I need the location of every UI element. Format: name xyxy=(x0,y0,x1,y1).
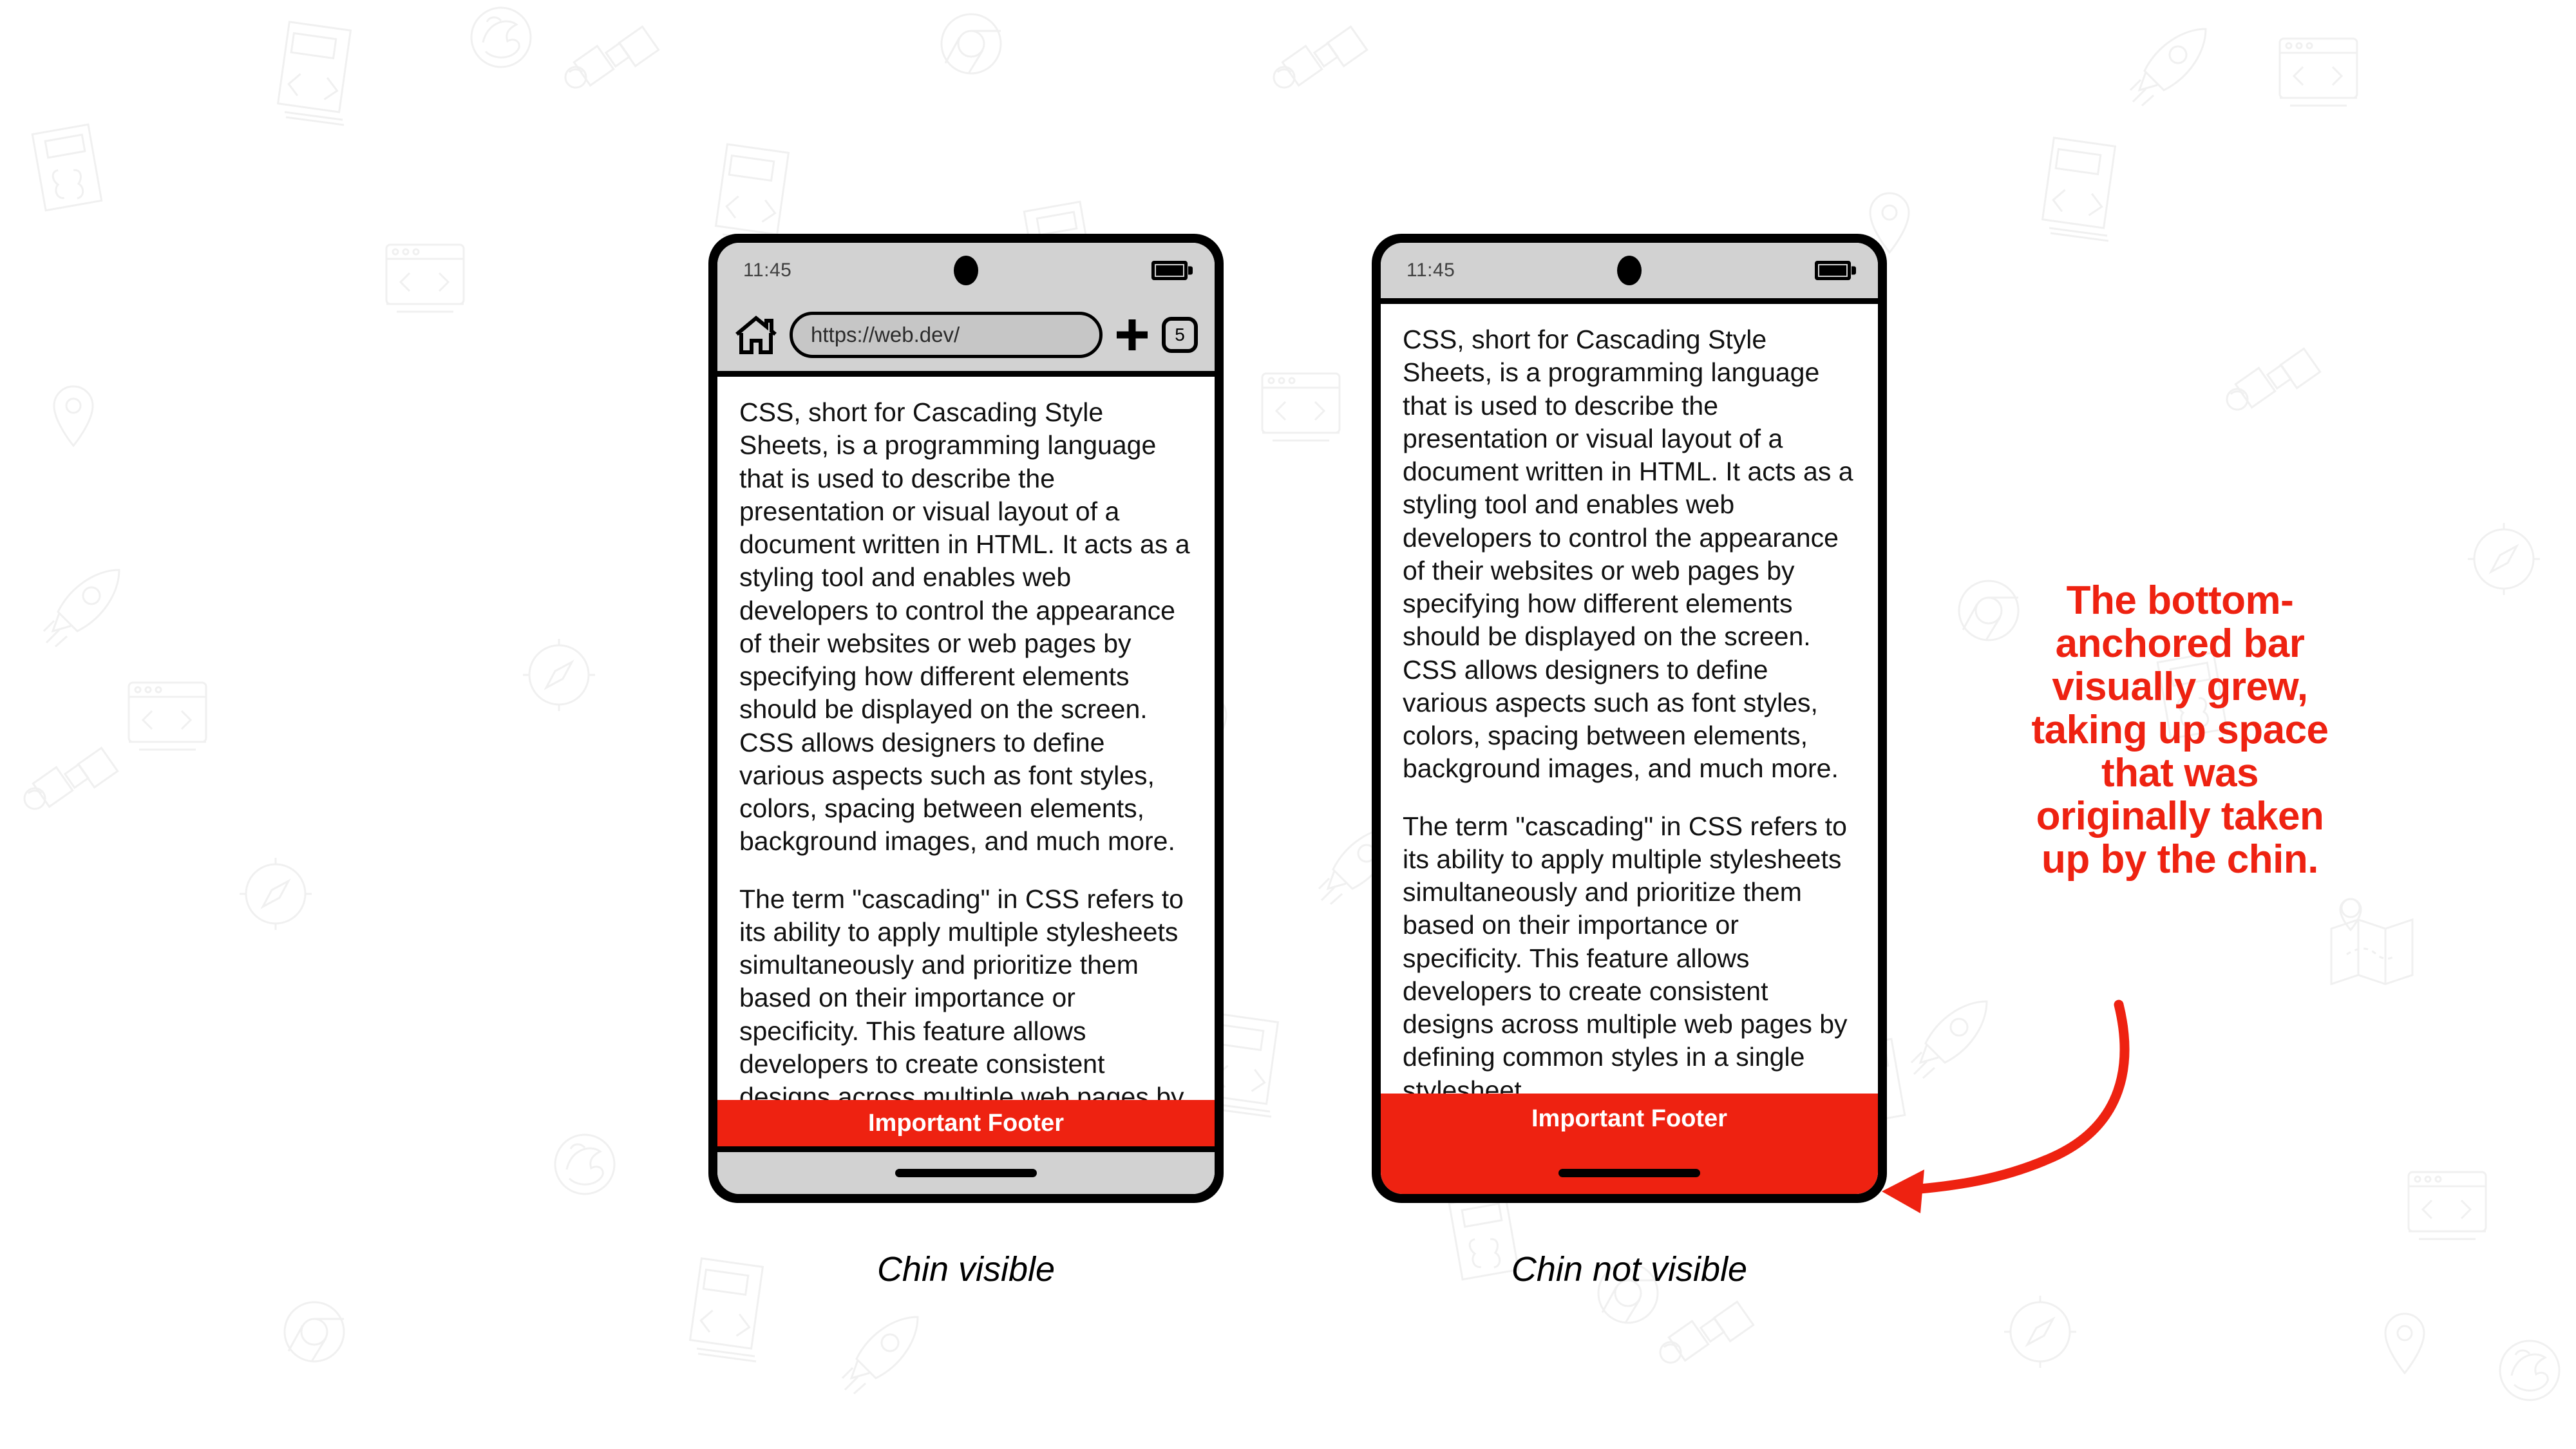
status-bar: 11:45 xyxy=(1381,243,1878,298)
paragraph-2: The term "cascading" in CSS refers to it… xyxy=(1403,811,1848,1094)
plus-icon[interactable] xyxy=(1117,319,1148,350)
annotation-text: The bottom- anchored bar visually grew, … xyxy=(1958,578,2402,882)
phone-screen: 11:45 CSS, short for Cascading Style She… xyxy=(1381,243,1878,1194)
page-content[interactable]: CSS, short for Cascading Style Sheets, i… xyxy=(1381,298,1878,1094)
paragraph-1: CSS, short for Cascading Style Sheets, i… xyxy=(1403,325,1853,784)
home-indicator[interactable] xyxy=(1558,1169,1700,1177)
paragraph-2: The term "cascading" in CSS refers to it… xyxy=(739,884,1184,1101)
important-footer[interactable]: Important Footer xyxy=(1381,1094,1878,1194)
annotation-line-3: visually grew, xyxy=(2052,664,2308,709)
url-text: https://web.dev/ xyxy=(811,322,960,346)
annotation-line-2: anchored bar xyxy=(2055,621,2305,666)
battery-full-icon xyxy=(1815,261,1851,280)
annotation-line-7: up by the chin. xyxy=(2041,837,2318,882)
page-content[interactable]: CSS, short for Cascading Style Sheets, i… xyxy=(717,377,1215,1100)
annotation-line-4: taking up space xyxy=(2031,707,2329,752)
important-footer[interactable]: Important Footer xyxy=(717,1100,1215,1146)
phone-chin-visible: 11:45 https://web.dev/ 5 CSS, short for … xyxy=(708,234,1224,1203)
annotation-line-5: that was xyxy=(2101,750,2259,795)
url-bar[interactable]: https://web.dev/ xyxy=(790,311,1103,358)
paragraph-1: CSS, short for Cascading Style Sheets, i… xyxy=(739,397,1190,857)
caption-chin-visible: Chin visible xyxy=(876,1250,1056,1289)
battery-full-icon xyxy=(1151,261,1188,280)
front-camera-cutout xyxy=(954,256,978,285)
home-icon[interactable] xyxy=(734,315,778,355)
annotation-line-6: originally taken xyxy=(2036,793,2324,838)
device-chin xyxy=(717,1146,1215,1194)
status-time: 11:45 xyxy=(1406,260,1455,281)
annotation-line-1: The bottom- xyxy=(2066,578,2294,623)
home-indicator[interactable] xyxy=(895,1169,1037,1177)
status-bar: 11:45 xyxy=(717,243,1215,298)
caption-chin-not-visible: Chin not visible xyxy=(1511,1250,1748,1289)
curved-arrow-left-icon xyxy=(1882,999,2130,1213)
footer-label: Important Footer xyxy=(1531,1105,1727,1132)
browser-toolbar: https://web.dev/ 5 xyxy=(717,298,1215,377)
footer-label: Important Footer xyxy=(868,1109,1064,1137)
status-time: 11:45 xyxy=(743,260,792,281)
tab-count-button[interactable]: 5 xyxy=(1162,316,1198,353)
front-camera-cutout xyxy=(1617,256,1642,285)
phone-screen: 11:45 https://web.dev/ 5 CSS, short for … xyxy=(717,243,1215,1194)
phone-chin-not-visible: 11:45 CSS, short for Cascading Style She… xyxy=(1372,234,1887,1203)
